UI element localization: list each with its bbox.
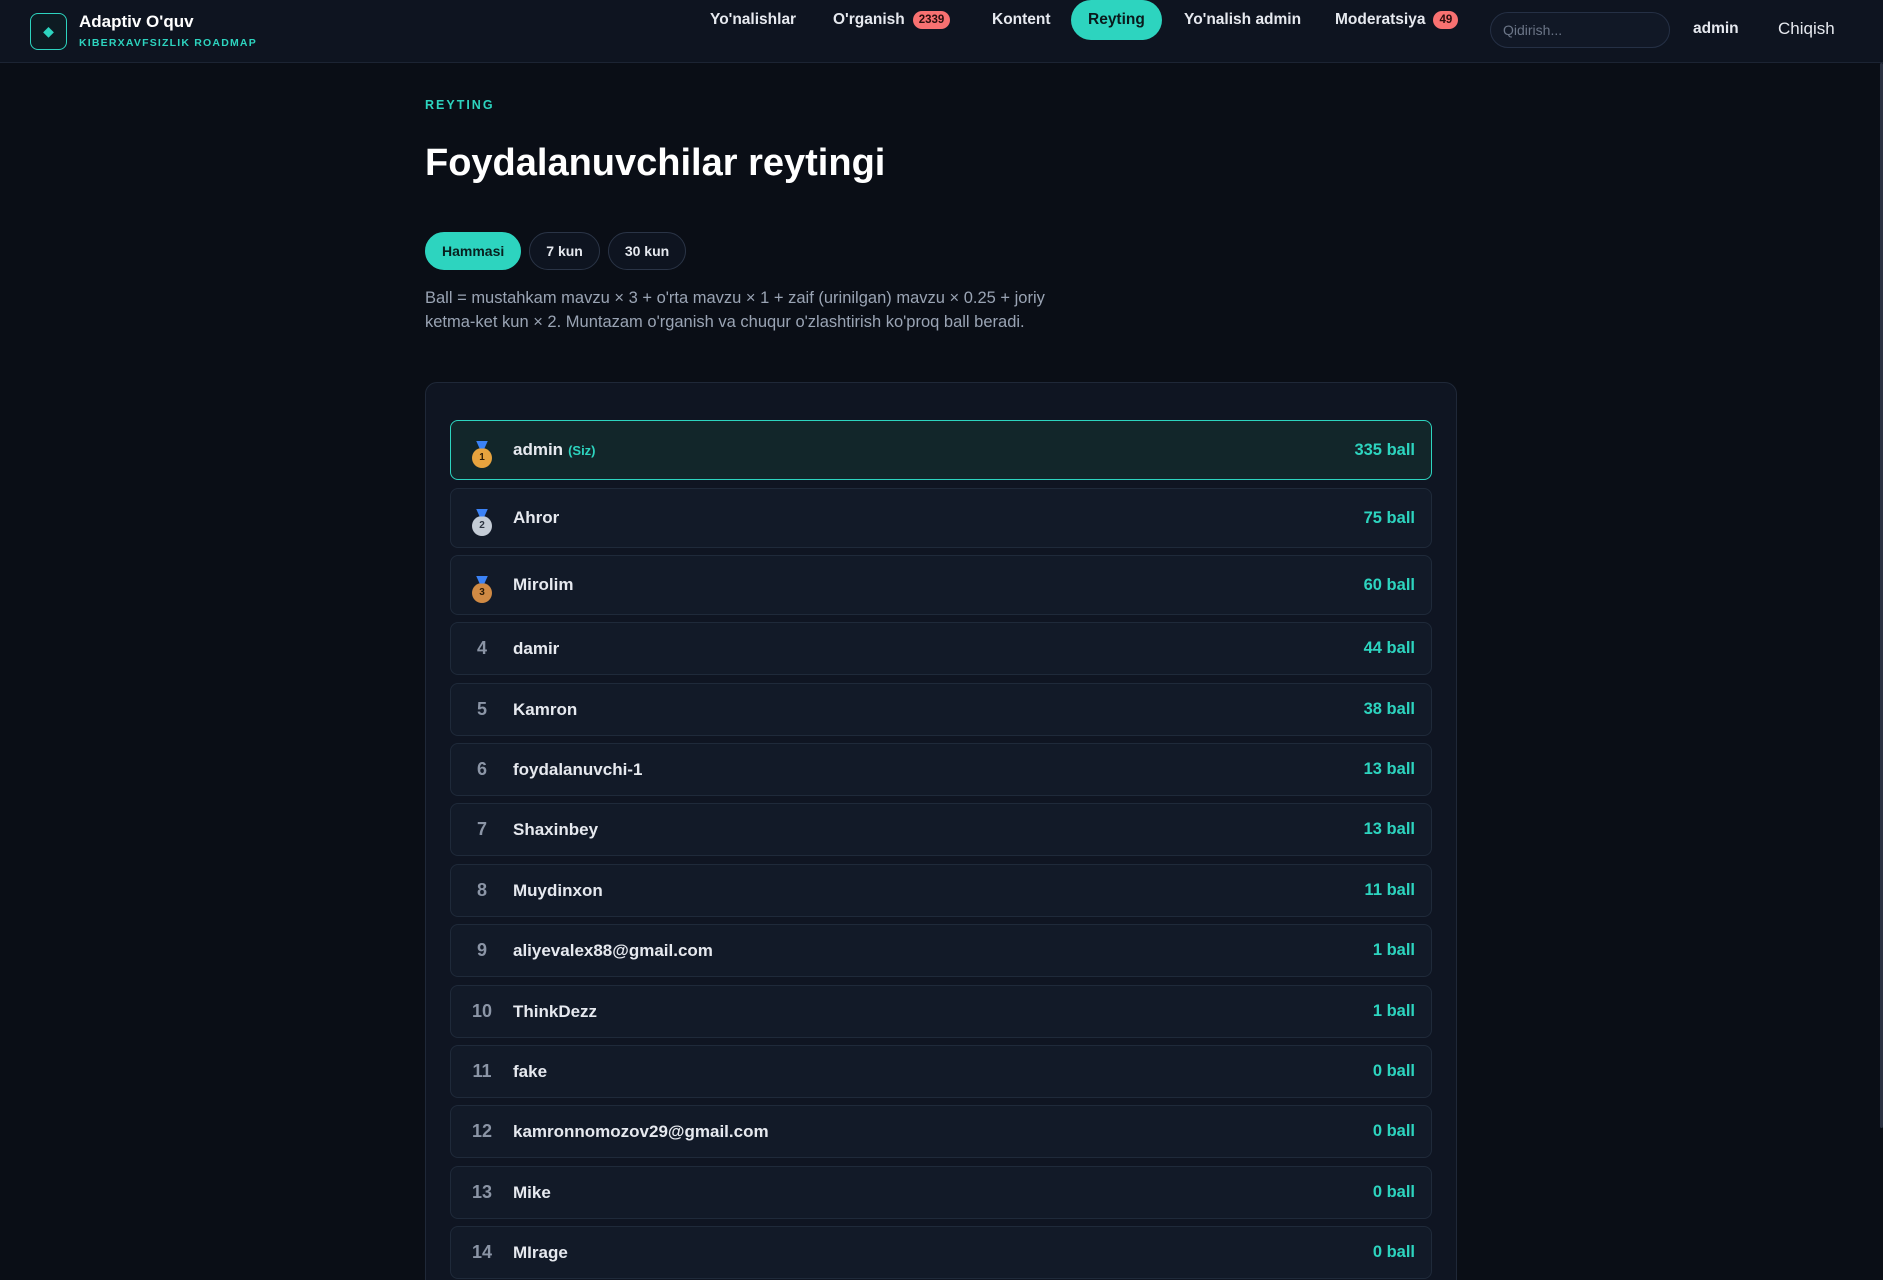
logout-button[interactable]: Chiqish (1778, 19, 1835, 39)
score: 0 ball (1372, 1183, 1415, 1201)
rank-number: 9 (476, 940, 487, 960)
leaderboard-row[interactable]: 10 ThinkDezz 1 ball (450, 985, 1432, 1038)
count-badge: 2339 (912, 11, 951, 29)
nav-label: Reyting (1088, 11, 1145, 28)
brand[interactable]: ◆ Adaptiv O'quv KIBERXAVFSIZLIK ROADMAP (30, 12, 257, 50)
nav-organish[interactable]: O'rganish 2339 (833, 0, 951, 40)
score: 335 ball (1354, 440, 1415, 459)
search-input[interactable] (1490, 12, 1670, 48)
brand-text: Adaptiv O'quv KIBERXAVFSIZLIK ROADMAP (79, 12, 257, 51)
user-name: Muydinxon (513, 880, 603, 900)
nav-yonalish-admin[interactable]: Yo'nalish admin (1184, 0, 1301, 40)
user-name: damir (513, 638, 560, 658)
user-name: MIrage (513, 1242, 568, 1262)
leaderboard-row[interactable]: 7 Shaxinbey 13 ball (450, 803, 1432, 856)
nav-moderatsiya[interactable]: Moderatsiya 49 (1335, 0, 1459, 40)
score: 0 ball (1372, 1122, 1415, 1140)
scoring-description: Ball = mustahkam mavzu × 3 + o'rta mavzu… (425, 289, 1045, 331)
leaderboard-panel: 1 admin (Siz) 335 ball 2 Ahror 75 ball 3… (425, 382, 1457, 1280)
user-name: Shaxinbey (513, 819, 599, 839)
score: 0 ball (1372, 1243, 1415, 1261)
filter-all[interactable]: Hammasi (425, 232, 522, 270)
rank-number: 4 (476, 638, 487, 658)
you-label: (Siz) (568, 442, 596, 458)
nav-label: Yo'nalishlar (710, 11, 797, 28)
nav-label: Yo'nalish admin (1184, 11, 1302, 28)
period-filters: Hammasi 7 kun 30 kun (425, 232, 687, 270)
score: 1 ball (1372, 941, 1415, 959)
section-eyebrow: REYTING (425, 98, 495, 112)
score: 0 ball (1372, 1062, 1415, 1080)
diamond-logo-icon: ◆ (30, 12, 67, 50)
nav-label: O'rganish (833, 11, 905, 28)
leaderboard-row[interactable]: 4 damir 44 ball (450, 622, 1432, 675)
score: 13 ball (1363, 760, 1415, 778)
rank-cell: 2 (451, 501, 513, 536)
user-name: Kamron (513, 699, 578, 719)
filter-7-days[interactable]: 7 kun (529, 232, 600, 270)
bronze-medal-icon: 3 (472, 575, 492, 603)
rank-number: 14 (471, 1242, 493, 1262)
user-name: kamronnomozov29@gmail.com (513, 1121, 769, 1141)
user-name: admin (513, 440, 564, 459)
leaderboard-row[interactable]: 14 MIrage 0 ball (450, 1226, 1432, 1279)
user-name: Mike (513, 1182, 551, 1202)
user-name: fake (513, 1061, 548, 1081)
leaderboard-row-me[interactable]: 1 admin (Siz) 335 ball (450, 420, 1432, 480)
brand-title: Adaptiv O'quv (79, 11, 194, 31)
nav-reyting[interactable]: Reyting (1071, 0, 1162, 40)
user-name: Mirolim (513, 575, 574, 594)
user-name: foydalanuvchi-1 (513, 759, 643, 779)
rank-number: 7 (476, 819, 487, 839)
count-badge: 49 (1433, 11, 1459, 29)
filter-30-days[interactable]: 30 kun (607, 232, 687, 270)
nav-yonalishlar[interactable]: Yo'nalishlar (710, 0, 796, 40)
score: 38 ball (1363, 700, 1415, 718)
rank-number: 11 (472, 1061, 492, 1081)
leaderboard-row[interactable]: 12 kamronnomozov29@gmail.com 0 ball (450, 1105, 1432, 1158)
score: 13 ball (1363, 820, 1415, 838)
leaderboard-row[interactable]: 2 Ahror 75 ball (450, 488, 1432, 548)
score: 44 ball (1363, 639, 1415, 657)
rank-number: 6 (476, 759, 487, 779)
rank-number: 8 (476, 880, 487, 900)
user-name: Ahror (513, 508, 560, 527)
leaderboard-row[interactable]: 3 Mirolim 60 ball (450, 555, 1432, 615)
rank-cell: 3 (451, 568, 513, 603)
top-navbar: ◆ Adaptiv O'quv KIBERXAVFSIZLIK ROADMAP … (0, 0, 1883, 63)
leaderboard-row[interactable]: 6 foydalanuvchi-1 13 ball (450, 743, 1432, 796)
rank-number: 10 (471, 1001, 493, 1021)
user-name: aliyevalex88@gmail.com (513, 940, 713, 960)
user-name: ThinkDezz (513, 1001, 598, 1021)
score: 75 ball (1363, 508, 1415, 527)
brand-subtitle: KIBERXAVFSIZLIK ROADMAP (79, 36, 257, 49)
nav-kontent[interactable]: Kontent (992, 0, 1051, 40)
score: 60 ball (1363, 575, 1415, 594)
rank-cell: 1 (451, 433, 513, 468)
silver-medal-icon: 2 (472, 508, 492, 536)
score: 1 ball (1372, 1002, 1415, 1020)
rank-number: 5 (476, 699, 487, 719)
rank-number: 13 (471, 1182, 493, 1202)
leaderboard-row[interactable]: 13 Mike 0 ball (450, 1166, 1432, 1219)
leaderboard-row[interactable]: 11 fake 0 ball (450, 1045, 1432, 1098)
nav-label: Kontent (992, 11, 1051, 28)
score: 11 ball (1364, 881, 1415, 899)
rank-number: 12 (471, 1121, 493, 1141)
leaderboard-row[interactable]: 8 Muydinxon 11 ball (450, 864, 1432, 917)
leaderboard-row[interactable]: 5 Kamron 38 ball (450, 683, 1432, 736)
nav-label: Moderatsiya (1335, 11, 1426, 28)
current-user[interactable]: admin (1693, 20, 1739, 38)
gold-medal-icon: 1 (472, 440, 492, 468)
page-title: Foydalanuvchilar reytingi (425, 142, 886, 184)
leaderboard-row[interactable]: 9 aliyevalex88@gmail.com 1 ball (450, 924, 1432, 977)
